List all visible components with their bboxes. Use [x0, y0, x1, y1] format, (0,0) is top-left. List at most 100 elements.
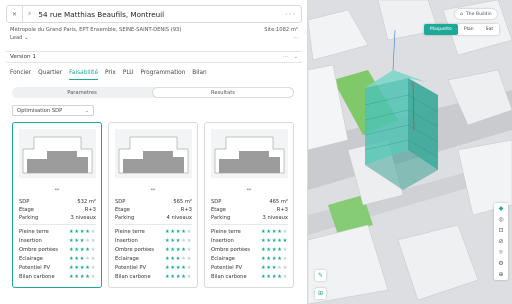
optimisation-value: Optimisation SDP: [17, 107, 63, 114]
star-rating: ★★★★★: [260, 274, 288, 280]
star-rating: ★★★★★: [68, 229, 96, 235]
massing-thumbnail: [115, 129, 192, 178]
rating-bilan: Bilan carbone ★★★★★: [115, 274, 192, 280]
lead-dropdown[interactable]: Lead ⌄: [10, 35, 28, 41]
metric-parking: Parking 4 niveaux: [115, 215, 192, 221]
star-rating: ★★★★★: [260, 247, 288, 253]
tab-prix[interactable]: Prix: [105, 70, 116, 80]
link-icon[interactable]: ⊘: [494, 236, 508, 247]
star-rating: ★★★★★: [68, 256, 96, 262]
close-icon[interactable]: ✕: [12, 11, 17, 18]
site-area: Site:1082 m²: [264, 27, 298, 33]
rating-bilan: Bilan carbone ★★★★★: [19, 274, 96, 280]
star-rating: ★★★★★: [68, 247, 96, 253]
site-meta: Métropole du Grand Paris, EPT Ensemble, …: [10, 27, 298, 43]
rating-eclairage: Eclairage ★★★★★: [115, 256, 192, 262]
view-toggle: Maquette Plan Sat: [424, 24, 500, 35]
more-icon[interactable]: ···: [293, 35, 298, 41]
subtab-resultats[interactable]: Resultats: [152, 87, 294, 98]
chevron-down-icon: ⌄: [84, 107, 89, 114]
massing-thumbnail: [211, 129, 288, 178]
address-title: 54 rue Matthias Beaufils, Montreuil: [38, 9, 165, 19]
massing-thumbnail: [19, 129, 96, 178]
star-rating: ★★★★★: [164, 274, 192, 280]
compass-icon[interactable]: ⊕: [494, 269, 508, 280]
toggle-plan[interactable]: Plan: [458, 24, 480, 35]
star-rating: ★★★★★: [164, 238, 192, 244]
star-rating: ★★★★★: [164, 256, 192, 262]
star-rating: ★★★★★: [164, 265, 192, 271]
thumbnail-nav-icon[interactable]: ↔: [13, 187, 101, 193]
more-icon[interactable]: ···: [283, 54, 288, 60]
rating-eclairage: Eclairage ★★★★★: [211, 256, 288, 262]
rating-insertion: Insertion ★★★★★: [19, 238, 96, 244]
chevron-down-icon: ⌄: [24, 35, 29, 41]
camera-icon[interactable]: ⊡: [494, 225, 508, 236]
metric-parking: Parking 3 niveaux: [211, 215, 288, 221]
version-label: Version 1: [10, 54, 36, 60]
star-rating: ★★★★★: [260, 229, 288, 235]
chevron-down-icon[interactable]: ⌄: [294, 54, 298, 60]
rating-bilan: Bilan carbone ★★★★★: [211, 274, 288, 280]
address-bar[interactable]: ✕ ⌕ 54 rue Matthias Beaufils, Montreuil …: [6, 5, 302, 23]
toggle-sat[interactable]: Sat: [480, 24, 500, 35]
rating-pleine_terre: Pleine terre ★★★★★: [19, 229, 96, 235]
building-button[interactable]: ⌂ The Buildin: [455, 9, 497, 19]
metric-etage: Etage R+3: [211, 207, 288, 213]
rating-pleine_terre: Pleine terre ★★★★★: [211, 229, 288, 235]
optimisation-select[interactable]: Optimisation SDP ⌄: [12, 105, 94, 116]
result-card[interactable]: ↔ SDP 565 m² Etage R+3 Parking 4 niveaux Pl…: [108, 122, 198, 288]
subtab-parametres[interactable]: Parametres: [12, 87, 152, 98]
building-icon: ⌂: [460, 11, 463, 17]
metric-parking: Parking 3 niveaux: [19, 215, 96, 221]
star-rating: ★★★★★: [260, 238, 288, 244]
map-toolbar: ◆ ◎ ⊡ ⊘ ☼ ⚙ ⊕: [494, 203, 508, 280]
rating-ombre: Ombre portées ★★★★★: [115, 247, 192, 253]
rating-insertion: Insertion ★★★★★: [211, 238, 288, 244]
tab-faisabilite[interactable]: Faisabilité: [69, 70, 99, 80]
divider: [115, 224, 192, 225]
tab-foncier[interactable]: Foncier: [10, 70, 31, 80]
search-icon: ⌕: [28, 10, 32, 17]
metric-sdp: SDP 532 m²: [19, 199, 96, 205]
location-text: Métropole du Grand Paris, EPT Ensemble, …: [10, 27, 182, 33]
layers-icon[interactable]: ◎: [494, 214, 508, 225]
address-bar-icons: ✕: [12, 6, 24, 22]
rating-ombre: Ombre portées ★★★★★: [211, 247, 288, 253]
pencil-icon[interactable]: ✎: [315, 270, 326, 281]
star-rating: ★★★★★: [68, 238, 96, 244]
shape-icon[interactable]: ⊞: [315, 288, 326, 299]
star-rating: ★★★★★: [260, 265, 288, 271]
result-card[interactable]: ↔ SDP 465 m² Etage R+3 Parking 3 niveaux Pl…: [204, 122, 294, 288]
rating-ombre: Ombre portées ★★★★★: [19, 247, 96, 253]
more-icon[interactable]: ···: [285, 10, 296, 19]
cube-icon[interactable]: ◆: [494, 203, 508, 214]
tab-quartier[interactable]: Quartier: [38, 70, 62, 80]
left-panel: ✕ ⌕ 54 rue Matthias Beaufils, Montreuil …: [0, 0, 308, 304]
rating-pv: Potentiel PV ★★★★★: [115, 265, 192, 271]
star-rating: ★★★★★: [68, 274, 96, 280]
metric-etage: Etage R+3: [19, 207, 96, 213]
subtab-switch: Parametres Resultats: [12, 87, 294, 98]
divider: [211, 224, 288, 225]
thumbnail-nav-icon[interactable]: ↔: [205, 187, 293, 193]
rating-eclairage: Eclairage ★★★★★: [19, 256, 96, 262]
map-3d-view[interactable]: [308, 0, 512, 304]
metric-etage: Etage R+3: [115, 207, 192, 213]
tab-bilan[interactable]: Bilan: [192, 70, 206, 80]
settings-icon[interactable]: ⚙: [494, 258, 508, 269]
rating-insertion: Insertion ★★★★★: [115, 238, 192, 244]
divider: [19, 224, 96, 225]
rating-pleine_terre: Pleine terre ★★★★★: [115, 229, 192, 235]
sun-icon[interactable]: ☼: [494, 247, 508, 258]
thumbnail-nav-icon[interactable]: ↔: [109, 187, 197, 193]
star-rating: ★★★★★: [68, 265, 96, 271]
version-row[interactable]: Version 1 ··· ⌄: [6, 51, 302, 63]
tab-programmation[interactable]: Programmation: [141, 70, 186, 80]
building-button-label: The Buildin: [465, 11, 492, 17]
metric-sdp: SDP 465 m²: [211, 199, 288, 205]
tab-plu[interactable]: PLU: [123, 70, 134, 80]
toggle-maquette[interactable]: Maquette: [424, 24, 458, 35]
rating-pv: Potentiel PV ★★★★★: [211, 265, 288, 271]
result-card[interactable]: ↔ SDP 532 m² Etage R+3 Parking 3 niveaux Pl…: [12, 122, 102, 288]
